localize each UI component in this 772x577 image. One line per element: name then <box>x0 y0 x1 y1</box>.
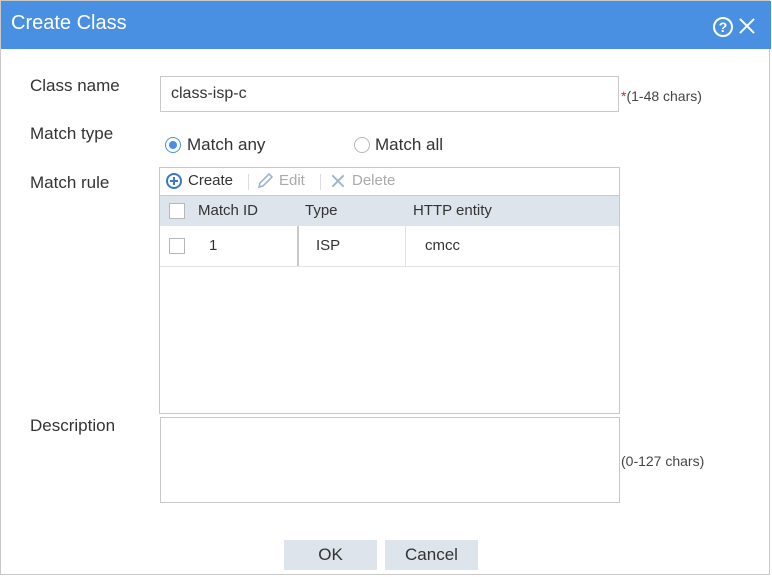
delete-x-icon <box>330 173 346 189</box>
plus-circle-icon <box>166 173 182 189</box>
toolbar-divider <box>248 174 249 190</box>
column-header-type[interactable]: Type <box>305 202 338 219</box>
close-icon[interactable] <box>736 15 758 37</box>
select-all-checkbox[interactable] <box>169 203 185 219</box>
edit-rule-button[interactable]: Edit <box>257 171 313 191</box>
help-icon[interactable]: ? <box>713 17 733 37</box>
cancel-button[interactable]: Cancel <box>385 540 478 570</box>
edit-label: Edit <box>279 172 305 189</box>
class-name-hint-text: (1-48 chars) <box>626 88 702 104</box>
dialog-title: Create Class <box>11 12 127 34</box>
delete-rule-button[interactable]: Delete <box>330 171 402 191</box>
match-type-label: Match type <box>30 124 114 143</box>
rule-toolbar: Create Edit Delete <box>160 168 619 195</box>
description-label: Description <box>30 416 116 435</box>
column-header-http-entity[interactable]: HTTP entity <box>413 202 492 219</box>
cell-type: ISP <box>316 237 341 254</box>
table-header: Match ID Type HTTP entity <box>160 195 619 226</box>
pencil-icon <box>257 173 274 189</box>
create-label: Create <box>188 172 234 189</box>
class-name-input[interactable] <box>160 76 619 112</box>
match-all-label[interactable]: Match all <box>375 135 443 155</box>
description-hint: (0-127 chars) <box>621 453 705 469</box>
column-divider <box>297 226 299 266</box>
match-all-radio[interactable] <box>354 137 370 153</box>
match-any-label[interactable]: Match any <box>187 135 265 155</box>
description-textarea[interactable] <box>160 417 620 503</box>
cell-http-entity: cmcc <box>425 237 460 254</box>
delete-label: Delete <box>352 172 396 189</box>
match-any-radio[interactable] <box>165 137 181 153</box>
table-row[interactable]: 1 ISP cmcc <box>160 226 619 267</box>
create-rule-button[interactable]: Create <box>166 171 242 191</box>
column-divider <box>405 226 406 266</box>
ok-button[interactable]: OK <box>284 540 377 570</box>
class-name-hint: *(1-48 chars) <box>621 88 702 104</box>
row-checkbox[interactable] <box>169 238 185 254</box>
toolbar-divider <box>320 174 321 190</box>
title-bar: Create Class ? <box>1 1 771 49</box>
match-rule-table: Create Edit Delete Match ID Type HTTP en… <box>159 167 620 414</box>
class-name-label: Class name <box>30 76 120 95</box>
column-header-match-id[interactable]: Match ID <box>198 202 258 219</box>
create-class-dialog: Create Class ? Class name *(1-48 chars) … <box>0 0 771 575</box>
match-rule-label: Match rule <box>30 173 110 192</box>
cell-match-id: 1 <box>209 237 218 254</box>
